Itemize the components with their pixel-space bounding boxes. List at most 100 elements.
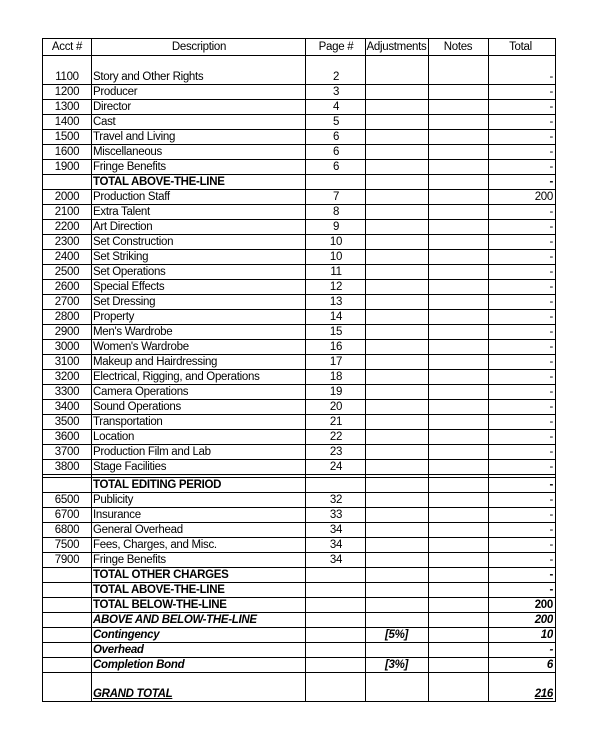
acct-cell: 1300 xyxy=(54,101,80,113)
description-cell: Stage Facilities xyxy=(93,461,167,473)
acct-cell: 1200 xyxy=(54,86,80,98)
total-cell: - xyxy=(549,251,553,263)
table-row: TOTAL ABOVE-THE-LINE - xyxy=(43,583,557,598)
description-cell: Property xyxy=(93,311,135,323)
table-row: 1500 Travel and Living 6 - xyxy=(43,130,557,145)
page-cell xyxy=(307,175,365,190)
table-row: 1200 Producer 3 - xyxy=(43,85,557,100)
total-cell: 200 xyxy=(534,614,553,626)
notes-cell xyxy=(428,205,488,220)
description-cell: Fringe Benefits xyxy=(93,554,166,566)
description-cell: Men's Wardrobe xyxy=(93,326,173,338)
acct-cell: 1400 xyxy=(54,116,80,128)
acct-cell: 6700 xyxy=(54,509,80,521)
adjustments-cell xyxy=(365,340,428,355)
row-divider xyxy=(43,477,555,478)
description-cell: Fringe Benefits xyxy=(93,161,166,173)
adjustments-cell xyxy=(365,190,428,205)
adjustments-cell xyxy=(365,70,428,85)
table-row: Completion Bond [3%] 6 xyxy=(43,658,557,673)
grand-total-value: 216 xyxy=(534,688,553,700)
description-cell: Director xyxy=(93,101,131,113)
page-cell: 7 xyxy=(332,191,340,203)
notes-cell xyxy=(428,175,488,190)
header-notes: Notes xyxy=(443,41,473,53)
notes-cell xyxy=(428,370,488,385)
acct-cell: 2600 xyxy=(54,281,80,293)
adjustments-cell xyxy=(365,523,428,538)
page-cell: 11 xyxy=(330,266,342,278)
adjustments-cell xyxy=(365,613,428,628)
header-total: Total xyxy=(509,41,532,53)
total-cell: - xyxy=(549,206,553,218)
row-divider xyxy=(43,369,555,370)
row-divider xyxy=(43,129,555,130)
row-divider xyxy=(43,309,555,310)
table-row: 3200 Electrical, Rigging, and Operations 1… xyxy=(43,370,557,385)
notes-cell xyxy=(428,250,488,265)
table-row: 3800 Stage Facilities 24 - xyxy=(43,460,557,475)
table-row: 2900 Men's Wardrobe 15 - xyxy=(43,325,557,340)
row-divider xyxy=(43,99,555,100)
page-cell xyxy=(307,598,365,613)
total-cell: - xyxy=(549,326,553,338)
page-cell: 15 xyxy=(329,326,343,338)
row-divider xyxy=(43,492,555,493)
notes-cell xyxy=(428,310,488,325)
table-row: 2400 Set Striking 10 - xyxy=(43,250,557,265)
notes-cell xyxy=(428,658,488,673)
total-cell: - xyxy=(549,569,553,581)
header-acct: Acct # xyxy=(51,41,83,53)
notes-cell xyxy=(428,445,488,460)
page-cell: 8 xyxy=(332,206,340,218)
description-cell: Fees, Charges, and Misc. xyxy=(93,539,217,551)
page-cell xyxy=(307,628,365,643)
acct-cell: 1600 xyxy=(54,146,80,158)
table-row: 1100 Story and Other Rights 2 - xyxy=(43,70,557,85)
table-row: 3700 Production Film and Lab 23 - xyxy=(43,445,557,460)
notes-cell xyxy=(428,295,488,310)
row-divider xyxy=(43,567,555,568)
notes-cell xyxy=(428,493,488,508)
page-cell xyxy=(307,643,365,658)
adjustments-cell xyxy=(365,265,428,280)
adjustments-cell xyxy=(365,130,428,145)
total-cell: - xyxy=(549,281,553,293)
column-divider xyxy=(91,39,92,701)
acct-cell xyxy=(43,175,91,190)
page-cell: 32 xyxy=(329,494,343,506)
acct-cell: 2100 xyxy=(54,206,80,218)
description-cell: Set Dressing xyxy=(93,296,156,308)
page-cell: 18 xyxy=(329,371,343,383)
total-cell: - xyxy=(549,341,553,353)
table-row: TOTAL OTHER CHARGES - xyxy=(43,568,557,583)
total-cell: - xyxy=(549,266,553,278)
acct-cell: 3300 xyxy=(54,386,80,398)
page-cell: 34 xyxy=(329,554,343,566)
description-cell: Extra Talent xyxy=(93,206,150,218)
adjustments-cell xyxy=(365,280,428,295)
total-cell: - xyxy=(549,356,553,368)
row-divider xyxy=(43,597,555,598)
description-cell: Special Effects xyxy=(93,281,165,293)
notes-cell xyxy=(428,130,488,145)
adjustments-cell xyxy=(365,583,428,598)
page-cell: 16 xyxy=(329,341,343,353)
acct-cell: 2000 xyxy=(54,191,80,203)
total-cell: - xyxy=(549,431,553,443)
total-cell: - xyxy=(549,221,553,233)
notes-cell xyxy=(428,598,488,613)
notes-cell xyxy=(428,325,488,340)
adjustments-cell xyxy=(365,205,428,220)
adjustments-cell xyxy=(365,553,428,568)
acct-cell: 3000 xyxy=(54,341,80,353)
description-cell: Art Direction xyxy=(93,221,153,233)
page-cell xyxy=(307,613,365,628)
acct-cell: 7900 xyxy=(54,554,80,566)
total-cell: 10 xyxy=(540,629,553,641)
row-divider xyxy=(43,294,555,295)
page-cell: 10 xyxy=(329,251,343,263)
acct-cell: 2800 xyxy=(54,311,80,323)
notes-cell xyxy=(428,100,488,115)
row-divider xyxy=(43,507,555,508)
